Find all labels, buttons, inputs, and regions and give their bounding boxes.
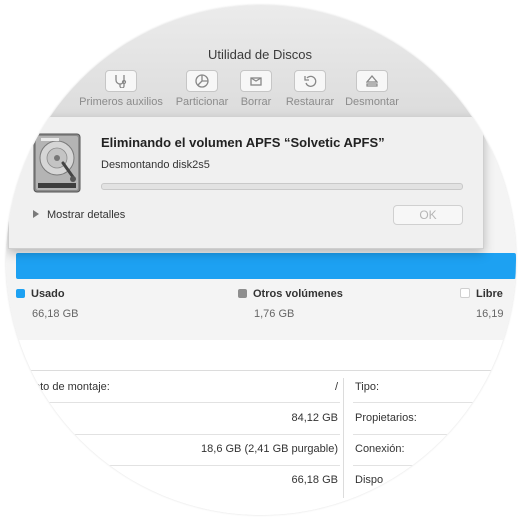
info-key-type: Tipo: (355, 381, 380, 393)
info-value: / (334, 381, 338, 393)
show-details-label: Mostrar detalles (47, 209, 126, 221)
divider (20, 465, 340, 466)
toolbar-restore[interactable]: Restaurar (282, 70, 338, 108)
column-divider (343, 378, 344, 498)
legend-other-volumes: Otros volúmenes (238, 288, 343, 300)
dialog-status: Desmontando disk2s5 (101, 159, 210, 171)
magnified-view: Utilidad de Discos Primeros auxilios Par… (6, 5, 516, 515)
info-key-connection: Conexión: (355, 443, 405, 455)
info-row-available: 18,6 GB (2,41 GB purgable) (6, 443, 340, 474)
restore-arrow-icon (294, 70, 326, 92)
toolbar-unmount[interactable]: Desmontar (342, 70, 402, 108)
divider (20, 402, 340, 403)
free-swatch (460, 288, 470, 298)
title-bar: Utilidad de Discos Primeros auxilios Par… (6, 5, 516, 118)
disclosure-triangle-icon (33, 210, 39, 218)
legend-free: Libre (460, 288, 503, 300)
info-key-device: Dispo (355, 474, 384, 486)
used-swatch (16, 289, 25, 298)
stethoscope-icon (105, 70, 137, 92)
info-value: 84,12 GB (291, 412, 338, 424)
ok-button[interactable]: OK (393, 205, 463, 225)
toolbar-partition[interactable]: Particionar (171, 70, 233, 108)
info-row-used: 66,18 GB (6, 474, 340, 505)
info-key: nto de montaje: (34, 381, 110, 393)
info-key-owners: Propietarios: (355, 412, 417, 424)
legend-used: Usado (16, 288, 65, 300)
divider (353, 465, 513, 466)
usage-bar (16, 253, 516, 279)
toolbar-label: Particionar (175, 96, 229, 108)
free-value: 16,19 (476, 308, 504, 320)
disk-utility-window: Utilidad de Discos Primeros auxilios Par… (6, 5, 516, 515)
info-value: 66,18 GB (291, 474, 338, 486)
hard-drive-icon (33, 133, 81, 193)
toolbar-label: Borrar (240, 96, 272, 108)
used-value: 66,18 GB (32, 308, 79, 320)
progress-bar (101, 183, 463, 190)
toolbar-label: Primeros auxilios (79, 96, 163, 108)
toolbar-first-aid[interactable]: Primeros auxilios (76, 70, 166, 108)
dialog-title: Eliminando el volumen APFS “Solvetic APF… (101, 135, 385, 150)
window-title: Utilidad de Discos (207, 47, 313, 62)
info-row-capacity: idad: 84,12 GB (6, 412, 340, 443)
toolbar-label: Restaurar (285, 96, 335, 108)
info-key: idad: (34, 412, 58, 424)
pie-chart-icon (186, 70, 218, 92)
info-value: 18,6 GB (2,41 GB purgable) (201, 443, 338, 455)
divider (353, 402, 513, 403)
delete-volume-dialog: Eliminando el volumen APFS “Solvetic APF… (8, 117, 484, 249)
other-volumes-value: 1,76 GB (254, 308, 295, 320)
info-row-mount-point: nto de montaje: / (6, 381, 340, 412)
toolbar-erase[interactable]: Borrar (236, 70, 276, 108)
eject-icon (356, 70, 388, 92)
other-swatch (238, 289, 247, 298)
divider (353, 434, 513, 435)
erase-icon (240, 70, 272, 92)
divider (20, 434, 340, 435)
toolbar-label: Desmontar (345, 96, 399, 108)
show-details-toggle[interactable]: Mostrar detalles (33, 209, 125, 221)
